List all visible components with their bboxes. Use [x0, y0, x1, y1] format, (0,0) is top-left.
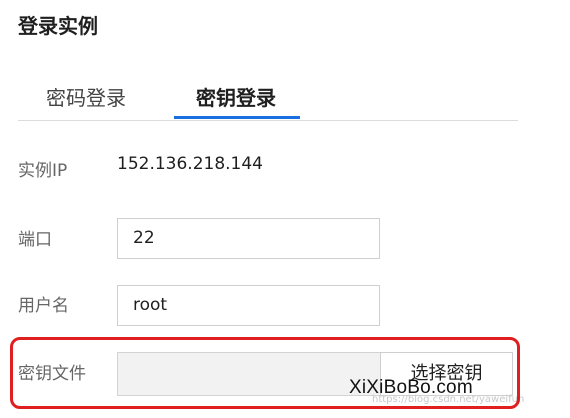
active-tab-indicator	[174, 116, 300, 119]
key-file-label: 密钥文件	[18, 364, 86, 384]
username-input[interactable]: root	[117, 285, 380, 326]
port-label: 端口	[18, 230, 52, 250]
port-input[interactable]: 22	[117, 218, 380, 259]
dialog-title: 登录实例	[18, 14, 98, 38]
tab-key-login[interactable]: 密钥登录	[174, 78, 298, 118]
username-label: 用户名	[18, 296, 69, 316]
login-method-tabs: 密码登录 密钥登录	[18, 78, 518, 121]
tab-password-login[interactable]: 密码登录	[24, 78, 148, 118]
instance-ip-value: 152.136.218.144	[117, 154, 264, 174]
watermark-logo: XiXiBoBo.com	[349, 377, 473, 398]
instance-ip-label: 实例IP	[18, 161, 68, 181]
key-file-field[interactable]	[117, 352, 381, 396]
